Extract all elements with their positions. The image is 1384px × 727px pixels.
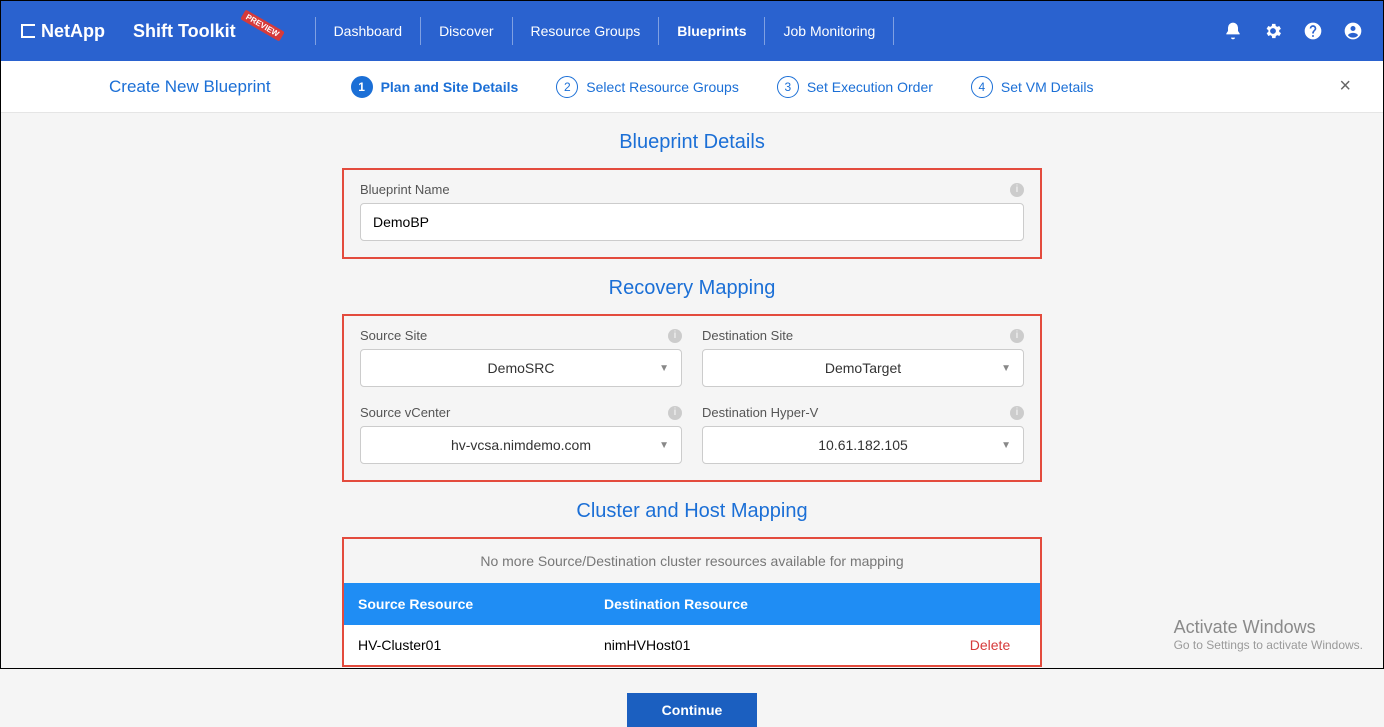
chevron-down-icon: ▼ [1001,440,1011,451]
recovery-mapping-box: Source Site i DemoSRC ▼ Destination Site… [342,314,1042,482]
source-vcenter-label: Source vCenter [360,405,450,420]
section-recovery-mapping: Recovery Mapping [609,277,776,300]
watermark-line2: Go to Settings to activate Windows. [1174,638,1363,652]
cell-source-resource: HV-Cluster01 [344,637,604,653]
app-name: Shift Toolkit PREVIEW [133,21,285,42]
nav-job-monitoring[interactable]: Job Monitoring [764,17,894,45]
step-set-execution-order[interactable]: 3 Set Execution Order [777,76,933,98]
info-icon[interactable]: i [1010,406,1024,420]
step-1-number: 1 [351,76,373,98]
main-nav: Dashboard Discover Resource Groups Bluep… [315,1,895,61]
close-icon[interactable]: × [1331,71,1359,102]
cluster-table-header: Source Resource Destination Resource [344,583,1040,625]
dest-site-label-row: Destination Site i [702,328,1024,343]
bp-name-input[interactable] [360,203,1024,241]
windows-activation-watermark: Activate Windows Go to Settings to activ… [1174,617,1363,652]
brand-logo: NetApp [21,21,105,42]
step-2-number: 2 [556,76,578,98]
wizard-steps-bar: Create New Blueprint 1 Plan and Site Det… [1,61,1383,113]
watermark-line1: Activate Windows [1174,617,1363,638]
dest-hyperv-select[interactable]: 10.61.182.105 ▼ [702,426,1024,464]
step-2-label: Select Resource Groups [586,79,739,95]
brand-text: NetApp [41,21,105,42]
no-more-resources-msg: No more Source/Destination cluster resou… [344,539,1040,583]
app-name-text: Shift Toolkit [133,21,236,42]
dest-site-select[interactable]: DemoTarget ▼ [702,349,1024,387]
continue-bar: Continue [627,693,757,727]
step-set-vm-details[interactable]: 4 Set VM Details [971,76,1094,98]
col-destination-resource: Destination Resource [604,596,1040,612]
cluster-mapping-box: No more Source/Destination cluster resou… [342,537,1042,667]
gear-icon[interactable] [1263,21,1283,41]
wizard-title: Create New Blueprint [109,77,271,97]
nav-blueprints[interactable]: Blueprints [658,17,764,45]
step-4-number: 4 [971,76,993,98]
help-icon[interactable] [1303,21,1323,41]
step-3-label: Set Execution Order [807,79,933,95]
chevron-down-icon: ▼ [659,363,669,374]
source-site-label: Source Site [360,328,427,343]
step-plan-details[interactable]: 1 Plan and Site Details [351,76,519,98]
netapp-logo-icon [21,24,35,38]
nav-resource-groups[interactable]: Resource Groups [512,17,659,45]
step-1-label: Plan and Site Details [381,79,519,95]
source-site-value: DemoSRC [488,360,555,376]
dest-hyperv-value: 10.61.182.105 [818,437,908,453]
step-4-label: Set VM Details [1001,79,1094,95]
bp-name-label-row: Blueprint Name i [360,182,1024,197]
dest-site-label: Destination Site [702,328,793,343]
step-select-resource-groups[interactable]: 2 Select Resource Groups [556,76,739,98]
step-3-number: 3 [777,76,799,98]
dest-site-value: DemoTarget [825,360,901,376]
info-icon[interactable]: i [1010,183,1024,197]
preview-badge: PREVIEW [240,9,284,41]
chevron-down-icon: ▼ [1001,363,1011,374]
source-vcenter-value: hv-vcsa.nimdemo.com [451,437,591,453]
topbar-actions [1223,21,1363,41]
blueprint-details-box: Blueprint Name i [342,168,1042,259]
col-source-resource: Source Resource [344,596,604,612]
delete-row-link[interactable]: Delete [970,637,1010,653]
bp-name-label: Blueprint Name [360,182,450,197]
nav-dashboard[interactable]: Dashboard [315,17,421,45]
wizard-steps: 1 Plan and Site Details 2 Select Resourc… [351,76,1094,98]
section-cluster-mapping: Cluster and Host Mapping [576,500,807,523]
dest-hyperv-label: Destination Hyper-V [702,405,818,420]
nav-discover[interactable]: Discover [420,17,511,45]
table-row: HV-Cluster01 nimHVHost01 Delete [344,625,1040,665]
source-vcenter-select[interactable]: hv-vcsa.nimdemo.com ▼ [360,426,682,464]
cell-destination-resource: nimHVHost01 [604,637,940,653]
section-blueprint-details: Blueprint Details [619,131,765,154]
source-vcenter-label-row: Source vCenter i [360,405,682,420]
source-site-label-row: Source Site i [360,328,682,343]
user-icon[interactable] [1343,21,1363,41]
chevron-down-icon: ▼ [659,440,669,451]
info-icon[interactable]: i [668,329,682,343]
bell-icon[interactable] [1223,21,1243,41]
info-icon[interactable]: i [668,406,682,420]
source-site-select[interactable]: DemoSRC ▼ [360,349,682,387]
continue-button[interactable]: Continue [627,693,757,727]
dest-hyperv-label-row: Destination Hyper-V i [702,405,1024,420]
info-icon[interactable]: i [1010,329,1024,343]
top-nav: NetApp Shift Toolkit PREVIEW Dashboard D… [1,1,1383,61]
